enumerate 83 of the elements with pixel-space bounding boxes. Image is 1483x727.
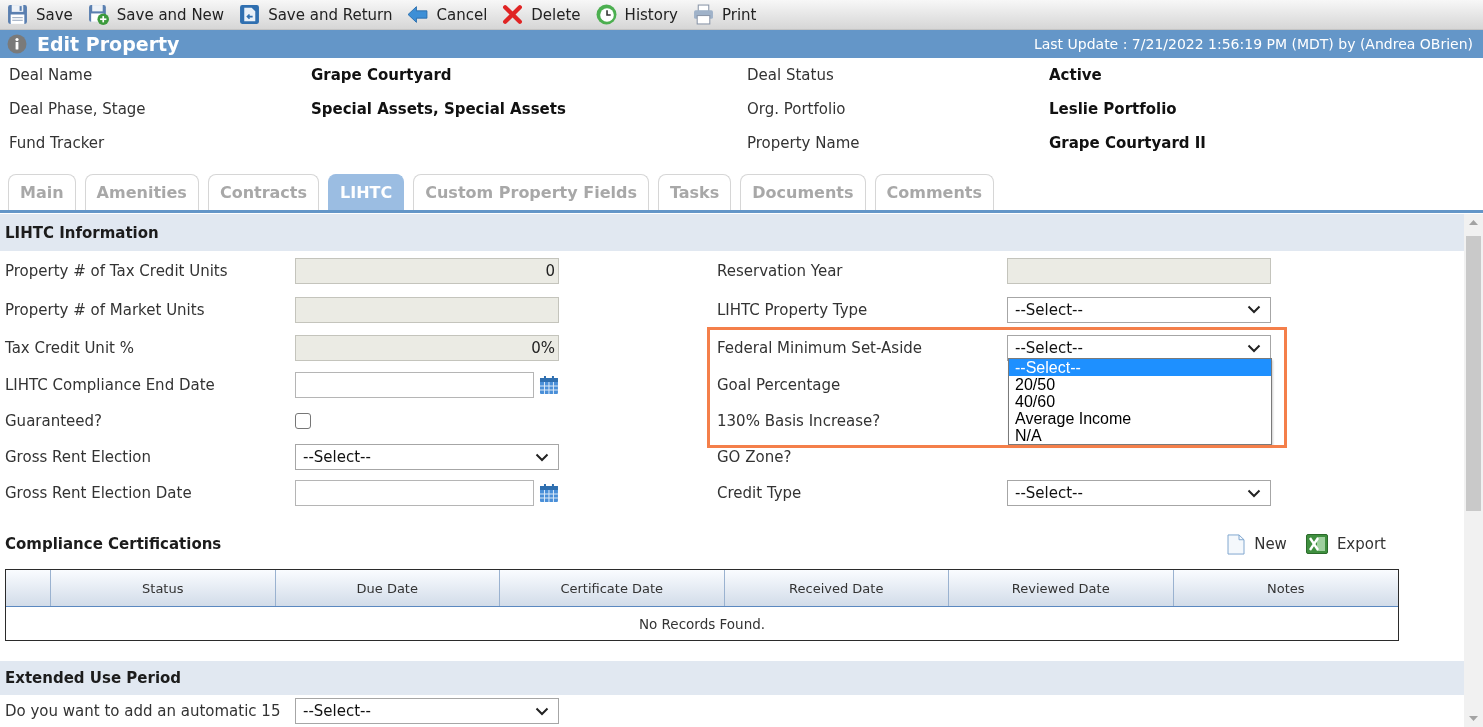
empty-message: No Records Found.	[637, 614, 767, 634]
dropdown-option[interactable]: 40/60	[1009, 393, 1271, 410]
field-label: Gross Rent Election	[5, 449, 152, 465]
field-label: Credit Type	[717, 485, 802, 501]
field-value: Grape Courtyard II	[1049, 134, 1206, 152]
scrollbar-thumb[interactable]	[1466, 236, 1481, 511]
left-arrow-icon	[407, 4, 429, 25]
chevron-down-icon	[1247, 305, 1261, 314]
date-field[interactable]	[295, 480, 535, 506]
column-header	[6, 570, 51, 606]
field-label: Tax Credit Unit %	[5, 340, 134, 356]
field-label: Deal Name	[9, 66, 93, 84]
chevron-down-icon	[535, 452, 549, 462]
section-header: Extended Use Period	[0, 661, 1464, 695]
field-label: LIHTC Compliance End Date	[5, 377, 215, 393]
export-button[interactable]: Export	[1305, 533, 1386, 555]
info-icon	[7, 34, 27, 54]
select-field[interactable]: --Select--	[1007, 335, 1271, 361]
field-label: LIHTC Property Type	[717, 301, 868, 318]
field-label: Do you want to add an automatic 15	[5, 703, 281, 719]
calendar-icon	[539, 483, 559, 503]
field-value: Grape Courtyard	[311, 66, 452, 84]
field-label: Property # of Tax Credit Units	[5, 262, 228, 279]
field-label: Goal Percentage	[717, 377, 841, 393]
dropdown-option[interactable]: Average Income	[1009, 410, 1271, 427]
field-value: Leslie Portfolio	[1049, 100, 1177, 118]
delete-button[interactable]: Delete	[502, 2, 581, 27]
save-and-return-button[interactable]: Save and Return	[239, 2, 393, 27]
checkbox[interactable]	[295, 413, 311, 429]
scroll-up-icon	[1469, 220, 1478, 225]
dropdown-option[interactable]: 20/50	[1009, 376, 1271, 393]
clock-icon	[595, 4, 617, 25]
scrollbar[interactable]	[1464, 214, 1483, 727]
section-title: Compliance Certifications	[5, 535, 222, 553]
field-value: Active	[1049, 66, 1102, 84]
save-button[interactable]: Save	[7, 2, 73, 27]
new-button[interactable]: New	[1227, 533, 1287, 555]
chevron-down-icon	[1247, 488, 1261, 498]
input-field[interactable]: 0	[295, 257, 559, 284]
spreadsheet-icon	[1305, 534, 1328, 554]
printer-icon	[693, 4, 714, 25]
column-header[interactable]: Certificate Date	[500, 570, 725, 606]
save-and-new-button[interactable]: Save and New	[87, 2, 225, 27]
field-label: Property # of Market Units	[5, 301, 205, 318]
document-icon	[1227, 533, 1246, 555]
field-label: Reservation Year	[717, 262, 843, 279]
print-button[interactable]: Print	[693, 2, 757, 27]
floppy-plus-icon	[87, 4, 109, 25]
field-label: Property Name	[747, 134, 860, 152]
calendar-icon	[539, 375, 559, 395]
field-value: Special Assets, Special Assets	[311, 100, 566, 118]
select-field[interactable]: --Select--	[1007, 296, 1271, 323]
field-label: 130% Basis Increase?	[717, 413, 881, 429]
select-field[interactable]: --Select--	[295, 698, 559, 724]
input-field[interactable]	[1007, 257, 1271, 284]
field-label: Deal Status	[747, 66, 834, 84]
chevron-down-icon	[535, 706, 549, 716]
x-mark-icon	[502, 4, 524, 25]
dropdown-option[interactable]: N/A	[1009, 427, 1271, 444]
history-button[interactable]: History	[595, 2, 678, 27]
page-title: Edit Property	[37, 33, 180, 55]
date-field[interactable]	[295, 372, 535, 398]
input-field[interactable]	[295, 296, 559, 323]
column-header[interactable]: Notes	[1173, 570, 1398, 606]
input-field[interactable]: 0%	[295, 335, 559, 361]
cancel-button[interactable]: Cancel	[407, 2, 488, 27]
field-label: Deal Phase, Stage	[9, 100, 146, 118]
column-header[interactable]: Due Date	[275, 570, 500, 606]
column-header[interactable]: Status	[51, 570, 276, 606]
field-label: Fund Tracker	[9, 134, 105, 152]
section-header: LIHTC Information	[0, 214, 1464, 251]
select-field[interactable]: --Select--	[1007, 480, 1271, 506]
chevron-down-icon	[1247, 343, 1261, 353]
field-label: Guaranteed?	[5, 413, 102, 429]
field-label: Org. Portfolio	[747, 100, 846, 118]
scroll-down-icon	[1469, 716, 1478, 721]
column-header[interactable]: Reviewed Date	[949, 570, 1174, 606]
last-update-text: Last Update : 7/21/2022 1:56:19 PM (MDT) by (Andrea OBrien)	[1033, 36, 1473, 52]
field-label: GO Zone?	[717, 449, 792, 465]
select-field[interactable]: --Select--	[295, 444, 559, 470]
field-label: Gross Rent Election Date	[5, 485, 192, 501]
column-header[interactable]: Received Date	[724, 570, 949, 606]
field-label: Federal Minimum Set-Aside	[717, 340, 923, 356]
